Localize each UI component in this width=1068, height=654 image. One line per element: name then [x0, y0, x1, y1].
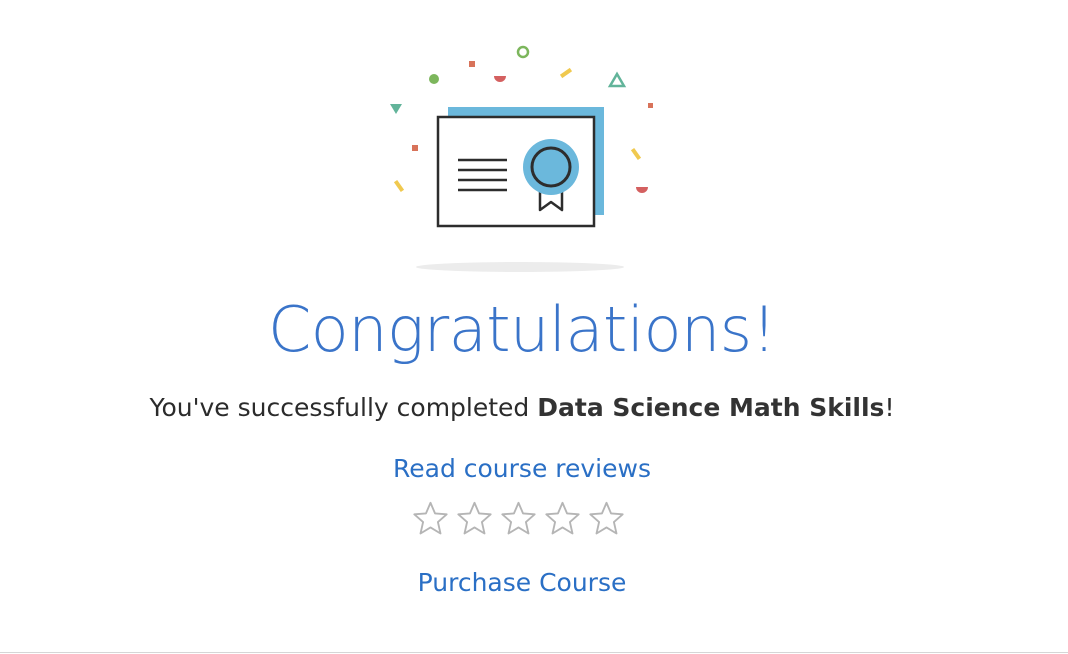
- rating-star-2-icon[interactable]: [456, 500, 493, 537]
- purchase-course-link[interactable]: Purchase Course: [418, 568, 627, 597]
- rating-star-4-icon[interactable]: [544, 500, 581, 537]
- course-name: Data Science Math Skills: [537, 393, 885, 422]
- rating-star-1-icon[interactable]: [412, 500, 449, 537]
- message-suffix: !: [884, 393, 895, 422]
- congratulations-heading: Congratulations!: [268, 293, 776, 366]
- read-course-reviews-link[interactable]: Read course reviews: [393, 454, 651, 483]
- course-rating-stars: [412, 500, 632, 540]
- rating-star-5-icon[interactable]: [588, 500, 625, 537]
- purchase-link-row: Purchase Course: [0, 566, 1044, 600]
- certificate-illustration: [380, 40, 670, 280]
- certificate-icon: [390, 45, 653, 272]
- rating-star-3-icon[interactable]: [500, 500, 537, 537]
- message-prefix: You've successfully completed: [149, 393, 538, 422]
- reviews-link-row: Read course reviews: [0, 452, 1044, 486]
- completion-message: You've successfully completed Data Scien…: [0, 390, 1044, 426]
- bottom-divider: [0, 652, 1068, 653]
